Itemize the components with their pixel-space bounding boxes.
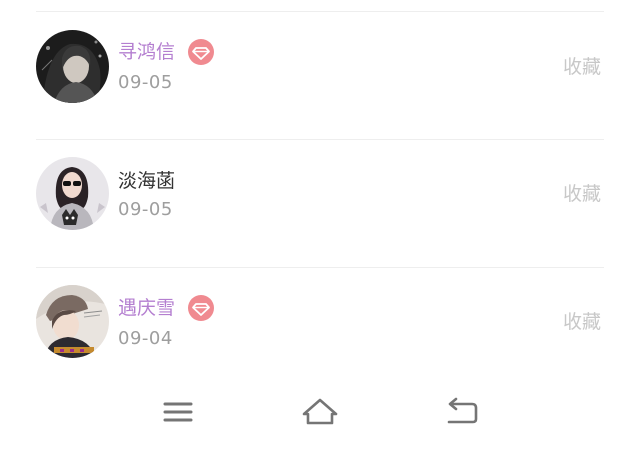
menu-icon: [163, 402, 193, 422]
favorite-button[interactable]: 收藏: [563, 182, 601, 206]
list-item[interactable]: 淡海菡 09-05 收藏: [0, 140, 640, 268]
home-icon: [302, 398, 338, 425]
post-date: 09-05: [118, 72, 173, 93]
contact-list-screen: 寻鸿信 09-05 收藏 淡海菡 09-05 收藏 遇庆雪 09-04 收藏: [0, 0, 640, 451]
user-name: 淡海菡: [118, 170, 176, 192]
back-icon: [447, 397, 478, 424]
post-date: 09-04: [118, 328, 173, 349]
list-item[interactable]: 遇庆雪 09-04 收藏: [0, 268, 640, 396]
menu-button[interactable]: [156, 392, 200, 432]
avatar[interactable]: [36, 285, 109, 358]
vip-diamond-icon: [188, 39, 214, 65]
avatar[interactable]: [36, 30, 109, 103]
back-button[interactable]: [440, 392, 484, 432]
favorite-button[interactable]: 收藏: [563, 310, 601, 334]
post-date: 09-05: [118, 199, 173, 220]
user-name: 寻鸿信: [118, 41, 176, 63]
list-item[interactable]: 寻鸿信 09-05 收藏: [0, 12, 640, 140]
vip-diamond-icon: [188, 295, 214, 321]
home-button[interactable]: [298, 392, 342, 432]
user-name: 遇庆雪: [118, 297, 176, 319]
favorite-button[interactable]: 收藏: [563, 55, 601, 79]
system-navigation-bar: [0, 380, 640, 451]
avatar[interactable]: [36, 157, 109, 230]
